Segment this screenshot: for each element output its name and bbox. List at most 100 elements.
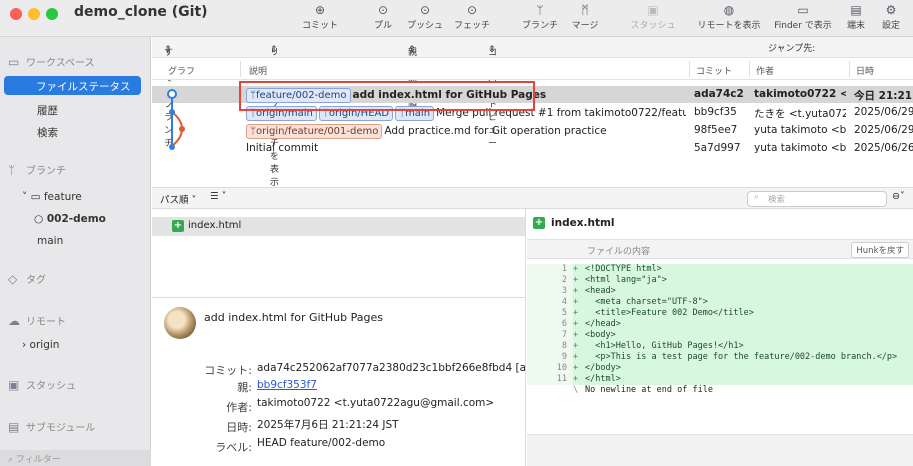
commit-row[interactable]: Initial commit 5a7d997 yuta takimoto <b.… <box>152 140 913 157</box>
file-row[interactable]: + index.html <box>152 217 525 236</box>
column-graph[interactable]: グラフ <box>168 64 195 77</box>
detail-parent-link[interactable]: bb9cf353f7 <box>257 379 525 391</box>
no-newline-marker: \ <box>573 385 579 395</box>
sidebar: ▭ ワークスペース ファイルステータス 履歴 検索 ᛘ ブランチ ˅ ▭ featu… <box>0 37 151 466</box>
detail-author-value: takimoto0722 <t.yuta0722agu@gmail.com> <box>257 397 495 409</box>
sidebar-item-file-status[interactable]: ファイルステータス <box>4 76 141 95</box>
search-input[interactable]: ⌕ 検索 <box>747 191 887 207</box>
gear-icon: ⚙ <box>885 3 897 17</box>
column-date[interactable]: 日時 <box>856 64 874 77</box>
zoom-button[interactable] <box>46 8 58 20</box>
sidebar-item-search[interactable]: 検索 <box>37 125 58 140</box>
diff-code: 1 + <!DOCTYPE html> 2 + <html lang="ja"> 3 + <he… <box>527 264 913 396</box>
sidebar-section-submodules[interactable]: ▤ サブモジュール <box>8 419 95 434</box>
branch-button[interactable]: ᛘ ブランチ <box>520 2 560 31</box>
commit-hash: ada74c2 <box>694 88 744 100</box>
diff-line-added: 2 + <html lang="ja"> <box>527 275 913 286</box>
added-marker: + <box>573 352 579 362</box>
avatar <box>164 307 196 339</box>
commit-list-header: グラフ 説明 コミット 作者 日時 <box>152 58 913 80</box>
diff-line-added: 3 + <head> <box>527 286 913 297</box>
globe-icon: ◍ <box>723 3 735 17</box>
commit-author: yuta takimoto <b... <box>754 142 846 154</box>
code-text: </head> <box>585 319 621 329</box>
commit-row[interactable]: ᛘorigin/feature/001-demo Add practice.md … <box>152 122 913 139</box>
graph-node <box>169 144 175 150</box>
sidebar-section-tags[interactable]: ◇ タグ <box>8 271 46 286</box>
code-text: </html> <box>585 374 621 384</box>
show-in-finder-button[interactable]: ▭ Finder で表示 <box>772 2 834 31</box>
commit-date: 2025/06/29 <box>854 106 913 118</box>
diff-hunk-header: ファイルの内容 Hunkを戻す <box>527 239 913 259</box>
commit-row[interactable]: ᛘorigin/main ᛘorigin/HEAD ᛘmain Merge pull … <box>152 104 913 121</box>
sidebar-branch-folder-feature[interactable]: ˅ ▭ feature <box>22 191 82 203</box>
sidebar-section-stashes[interactable]: ▣ スタッシュ <box>8 377 76 392</box>
branch-icon: ᛘ <box>8 163 16 177</box>
graph-node <box>169 109 175 115</box>
commit-author: yuta takimoto <b... <box>754 124 846 136</box>
added-marker: + <box>573 363 579 373</box>
commit-button[interactable]: ⊕ コミット <box>302 2 338 31</box>
push-button[interactable]: ⊙ プッシュ <box>406 2 444 31</box>
arrow-up-circle-icon: ⊙ <box>419 3 431 17</box>
commit-date: 2025/06/26 <box>854 142 913 154</box>
commit-details: add index.html for GitHub Pages コミット: ad… <box>152 297 526 466</box>
diff-line-added: 10 + </body> <box>527 363 913 374</box>
ellipsis-icon: ⊖ <box>892 191 900 202</box>
changed-files-list: + index.html <box>152 209 526 297</box>
folder-icon: ▭ <box>30 191 44 203</box>
settings-button[interactable]: ⚙ 設定 <box>878 2 904 31</box>
fetch-button[interactable]: ⊙ フェッチ <box>452 2 492 31</box>
discard-hunk-button[interactable]: Hunkを戻す <box>851 242 909 258</box>
terminal-button[interactable]: ▤ 端末 <box>844 2 868 31</box>
added-marker: + <box>573 308 579 318</box>
chevron-updown-icon: ⇕ <box>164 45 172 55</box>
sidebar-filter-input[interactable]: ⌕ フィルター <box>0 450 151 466</box>
sidebar-branch-main[interactable]: main <box>37 235 63 247</box>
commit-hash: 5a7d997 <box>694 142 741 154</box>
list-icon: ☰ <box>210 191 219 202</box>
sidebar-section-remotes[interactable]: ☁ リモート <box>8 313 66 328</box>
sidebar-section-branches[interactable]: ᛘ ブランチ <box>8 162 66 177</box>
column-commit[interactable]: コミット <box>696 64 732 77</box>
list-options-button[interactable]: ☰ ˅ <box>210 191 226 202</box>
column-description[interactable]: 説明 <box>249 64 267 77</box>
code-text: <p>This is a test page for the feature/0… <box>585 352 898 362</box>
line-number: 5 <box>527 308 573 319</box>
commit-description: ᛘorigin/main ᛘorigin/HEAD ᛘmain Merge pull … <box>246 106 686 121</box>
branch-tag: ᛘfeature/002-demo <box>246 88 351 103</box>
close-button[interactable] <box>10 8 22 20</box>
sidebar-branch-current[interactable]: ○ 002-demo <box>34 213 106 225</box>
stash-button[interactable]: ▣ スタッシュ <box>630 2 676 31</box>
column-author[interactable]: 作者 <box>756 64 774 77</box>
path-view-dropdown[interactable]: パス順 ˅ <box>160 192 196 206</box>
added-marker: + <box>573 286 579 296</box>
merge-button[interactable]: ᛗ マージ <box>568 2 602 31</box>
sidebar-item-history[interactable]: 履歴 <box>37 103 58 118</box>
detail-parent-label: 親: <box>237 381 252 394</box>
diff-pane: + index.html ファイルの内容 Hunkを戻す 1 + <!DOCTYPE… <box>527 209 913 466</box>
pull-button[interactable]: ⊙ プル <box>368 2 398 31</box>
show-remote-button[interactable]: ◍ リモートを表示 <box>696 2 762 31</box>
branch-icon: ᛘ <box>536 3 544 17</box>
more-options-button[interactable]: ⊖˅ <box>892 191 905 202</box>
commit-row[interactable]: ᛘfeature/002-demo add index.html for GitH… <box>152 86 913 103</box>
commit-hash: bb9cf35 <box>694 106 737 118</box>
code-text: <h1>Hello, GitHub Pages!</h1> <box>585 341 744 351</box>
commit-description: Initial commit <box>246 142 686 154</box>
no-newline-text: No newline at end of file <box>585 385 713 395</box>
branch-tag: ᛘorigin/main <box>246 106 317 121</box>
minimize-button[interactable] <box>28 8 40 20</box>
jump-to-label[interactable]: ジャンプ先: <box>768 41 815 54</box>
file-name: index.html <box>188 220 242 231</box>
cloud-icon: ☁ <box>8 314 20 328</box>
sidebar-section-workspace[interactable]: ▭ ワークスペース <box>8 54 95 69</box>
detail-author-label: 作者: <box>226 401 252 414</box>
sidebar-remote-origin[interactable]: › origin <box>22 339 59 351</box>
chevron-down-icon: ˅ <box>191 195 197 206</box>
file-list-toolbar: パス順 ˅ ☰ ˅ ⌕ 検索 ⊖˅ <box>152 187 913 209</box>
commit-description: ᛘorigin/feature/001-demo Add practice.md … <box>246 124 686 139</box>
detail-date-value: 2025年7月6日 21:21:24 JST <box>257 419 399 431</box>
commit-message: Add practice.md for Git operation practi… <box>384 125 607 137</box>
download-circle-icon: ⊙ <box>466 3 478 17</box>
